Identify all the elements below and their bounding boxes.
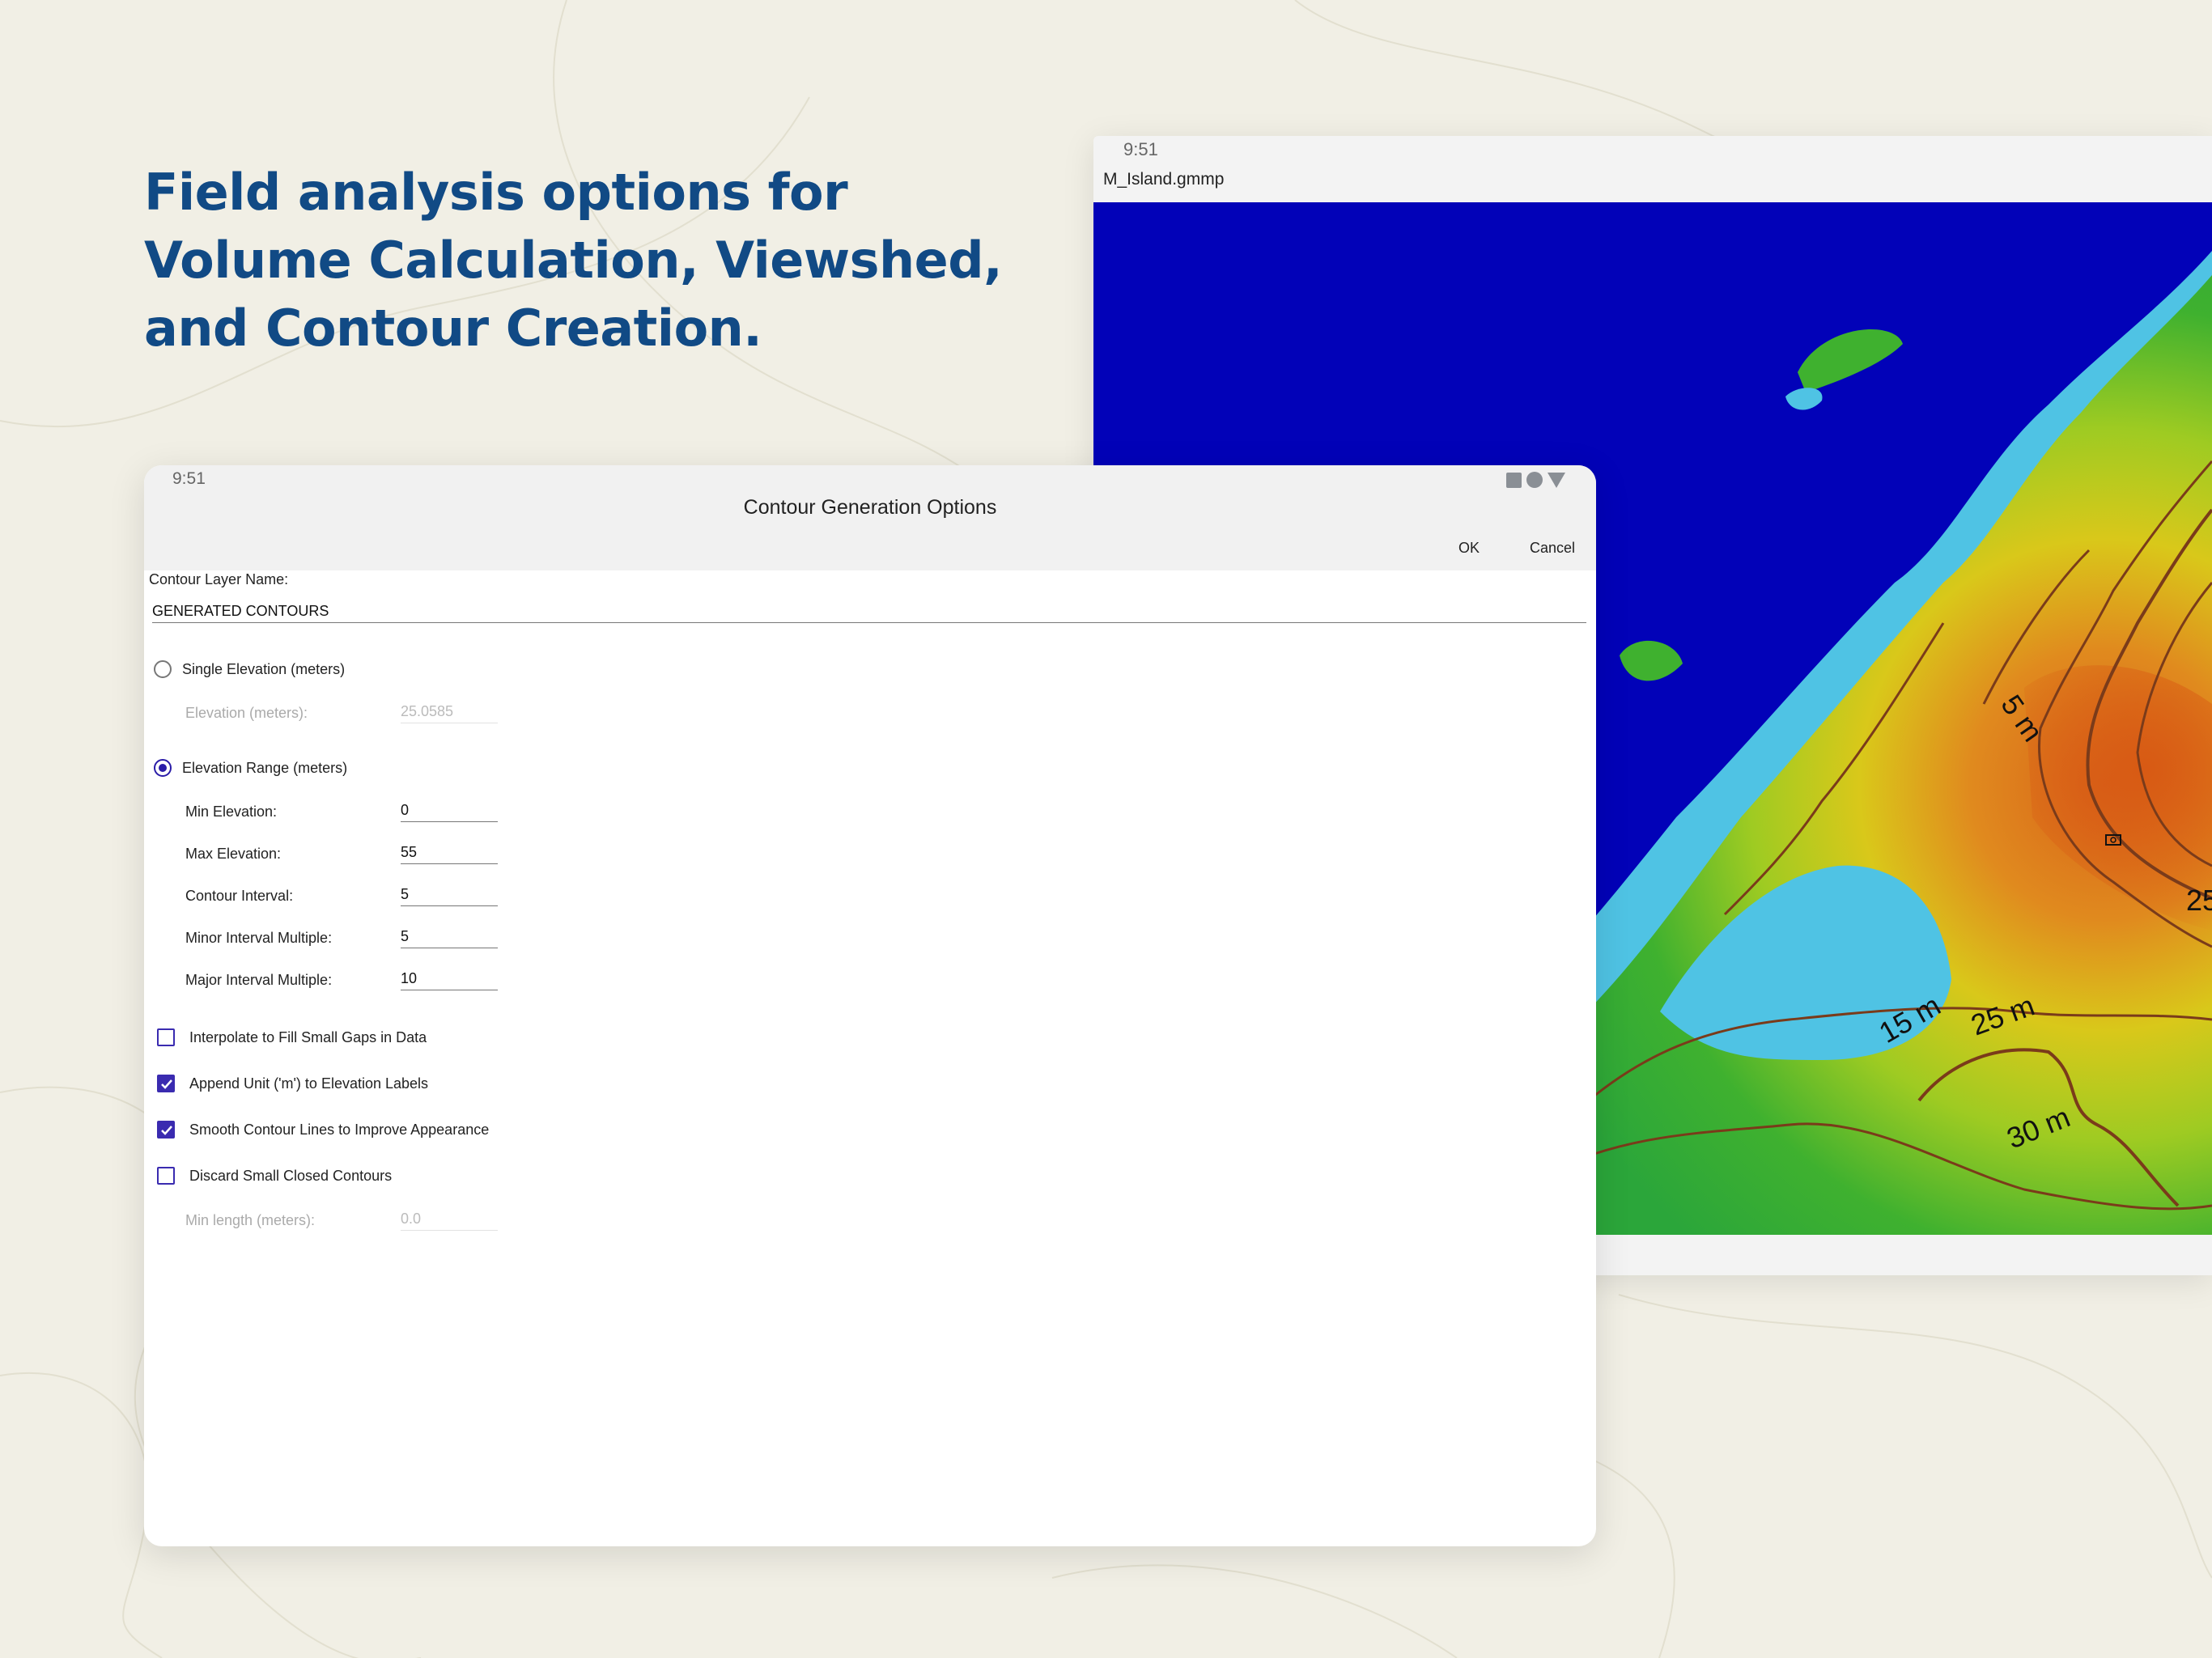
circle-icon <box>1526 472 1543 488</box>
single-elevation-label: Single Elevation (meters) <box>182 661 346 677</box>
checkmark-icon <box>161 1126 172 1135</box>
smooth-label: Smooth Contour Lines to Improve Appearan… <box>189 1122 490 1138</box>
contour-interval-label: Contour Interval: <box>185 888 294 904</box>
append-unit-label: Append Unit ('m') to Elevation Labels <box>189 1075 429 1092</box>
headline-line-3: and Contour Creation. <box>144 299 762 358</box>
min-length-label: Min length (meters): <box>185 1212 316 1228</box>
layer-name-input[interactable] <box>152 600 1586 623</box>
status-time: 9:51 <box>1123 139 1158 159</box>
triangle-icon <box>1548 472 1565 488</box>
min-elevation-label: Min Elevation: <box>185 804 278 820</box>
headline-line-1: Field analysis options for <box>144 163 848 222</box>
headline: Field analysis options for Volume Calcul… <box>144 159 1075 363</box>
max-elevation-input[interactable] <box>401 841 498 864</box>
minor-interval-label: Minor Interval Multiple: <box>185 930 333 946</box>
discard-checkbox[interactable] <box>157 1167 175 1185</box>
dialog-header: 9:51 Contour Generation Options OK Cance… <box>144 465 1596 570</box>
interpolate-label: Interpolate to Fill Small Gaps in Data <box>189 1029 427 1045</box>
discard-label: Discard Small Closed Contours <box>189 1168 393 1184</box>
layer-name-label: Contour Layer Name: <box>149 571 289 587</box>
major-interval-label: Major Interval Multiple: <box>185 972 333 988</box>
min-length-input[interactable] <box>401 1207 498 1231</box>
single-elevation-radio[interactable] <box>154 660 172 678</box>
major-interval-input[interactable] <box>401 967 498 990</box>
square-icon <box>1506 472 1522 488</box>
contour-interval-input[interactable] <box>401 883 498 906</box>
map-file-title: M_Island.gmmp <box>1103 170 1225 189</box>
elevation-label: Elevation (meters): <box>185 705 308 721</box>
cancel-button[interactable]: Cancel <box>1530 540 1575 557</box>
contour-options-dialog: 9:51 Contour Generation Options OK Cance… <box>144 465 1596 1546</box>
append-unit-checkbox[interactable] <box>157 1075 175 1092</box>
interpolate-checkbox[interactable] <box>157 1028 175 1046</box>
status-time: 9:51 <box>172 469 206 488</box>
dialog-title: Contour Generation Options <box>743 496 997 519</box>
contour-label: 25 <box>2186 884 2212 917</box>
checkmark-icon <box>161 1079 172 1089</box>
elevation-input[interactable] <box>401 700 498 723</box>
elevation-range-label: Elevation Range (meters) <box>182 760 348 776</box>
system-status-icons <box>1506 472 1565 488</box>
minor-interval-input[interactable] <box>401 925 498 948</box>
headline-line-2: Volume Calculation, Viewshed, <box>144 231 1003 290</box>
elevation-range-radio[interactable] <box>154 759 172 777</box>
smooth-checkbox[interactable] <box>157 1121 175 1139</box>
min-elevation-input[interactable] <box>401 799 498 822</box>
max-elevation-label: Max Elevation: <box>185 846 282 862</box>
ok-button[interactable]: OK <box>1458 540 1480 557</box>
